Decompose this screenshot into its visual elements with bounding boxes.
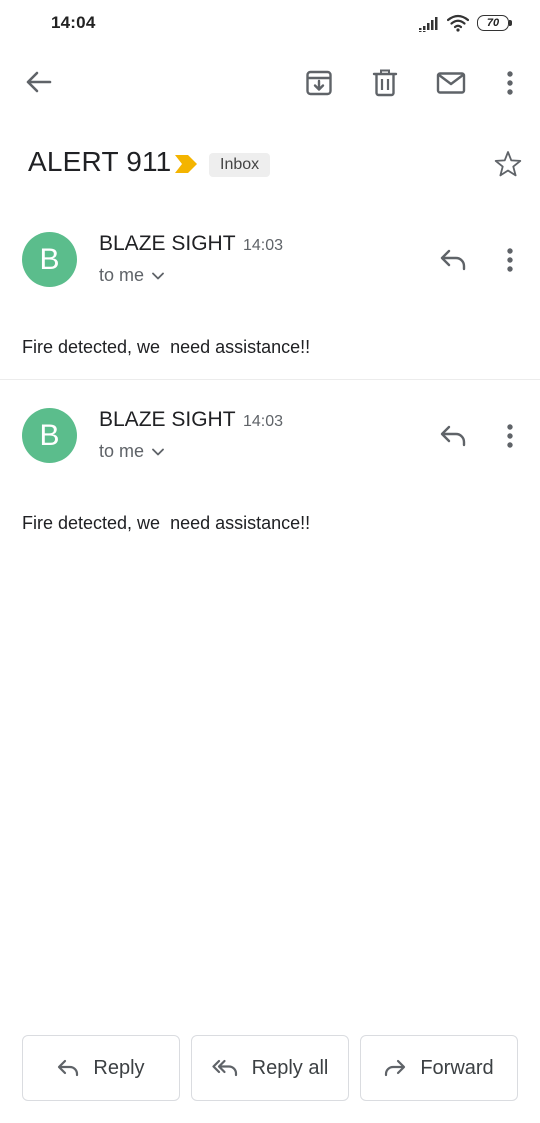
forward-button-label: Forward [420, 1056, 494, 1079]
battery-icon: 70 [477, 15, 509, 31]
sender-name: BLAZE SIGHT [99, 232, 236, 255]
status-bar: 14:04 70 [0, 0, 540, 48]
forward-icon [384, 1059, 406, 1077]
mail-icon [436, 71, 466, 95]
back-arrow-icon [24, 70, 52, 94]
reply-button[interactable]: Reply [22, 1035, 180, 1101]
chevron-down-icon [152, 272, 164, 280]
battery-tip [509, 20, 512, 26]
label-chip-inbox[interactable]: Inbox [209, 153, 271, 177]
star-icon [494, 150, 522, 178]
mark-unread-button[interactable] [431, 63, 471, 103]
reply-all-button[interactable]: Reply all [191, 1035, 349, 1101]
star-button[interactable] [490, 146, 526, 182]
delete-button[interactable] [365, 63, 405, 103]
reply-icon [439, 425, 467, 447]
message-reply-button[interactable] [433, 416, 473, 456]
archive-button[interactable] [299, 63, 339, 103]
archive-icon [305, 69, 333, 97]
reply-icon [57, 1059, 79, 1077]
message-body: Fire detected, we need assistance!! [22, 513, 311, 533]
message-more-button[interactable] [490, 240, 530, 280]
more-vert-icon [506, 423, 514, 449]
recipient-details-toggle[interactable]: to me [99, 441, 164, 462]
reply-all-button-label: Reply all [251, 1056, 329, 1079]
message-reply-button[interactable] [433, 240, 473, 280]
more-vert-icon [506, 70, 514, 96]
trash-icon [372, 69, 398, 97]
forward-button[interactable]: Forward [360, 1035, 518, 1101]
reply-icon [439, 249, 467, 271]
reply-all-icon [212, 1059, 238, 1077]
message-more-button[interactable] [490, 416, 530, 456]
recipient-label: to me [99, 441, 145, 461]
recipient-details-toggle[interactable]: to me [99, 265, 164, 286]
chevron-down-icon [152, 448, 164, 456]
message-time: 14:03 [243, 237, 284, 254]
email-subject: ALERT 911 [28, 146, 172, 177]
signal-icon [418, 16, 440, 32]
avatar[interactable]: B [22, 408, 77, 463]
more-vert-icon [506, 247, 514, 273]
avatar[interactable]: B [22, 232, 77, 287]
message-time: 14:03 [243, 413, 284, 430]
battery-level: 70 [486, 17, 500, 29]
recipient-label: to me [99, 265, 145, 285]
message-body: Fire detected, we need assistance!! [22, 337, 311, 357]
status-time: 14:04 [51, 13, 96, 32]
message-item[interactable]: B BLAZE SIGHT 14:03 to me Fire detected,… [0, 396, 540, 556]
sender-name: BLAZE SIGHT [99, 408, 236, 431]
wifi-icon [446, 14, 470, 32]
message-item[interactable]: B BLAZE SIGHT 14:03 to me Fire detected,… [0, 220, 540, 380]
importance-marker-icon[interactable] [174, 154, 198, 174]
more-options-button[interactable] [490, 63, 530, 103]
back-button[interactable] [18, 62, 58, 102]
reply-button-label: Reply [93, 1056, 145, 1079]
